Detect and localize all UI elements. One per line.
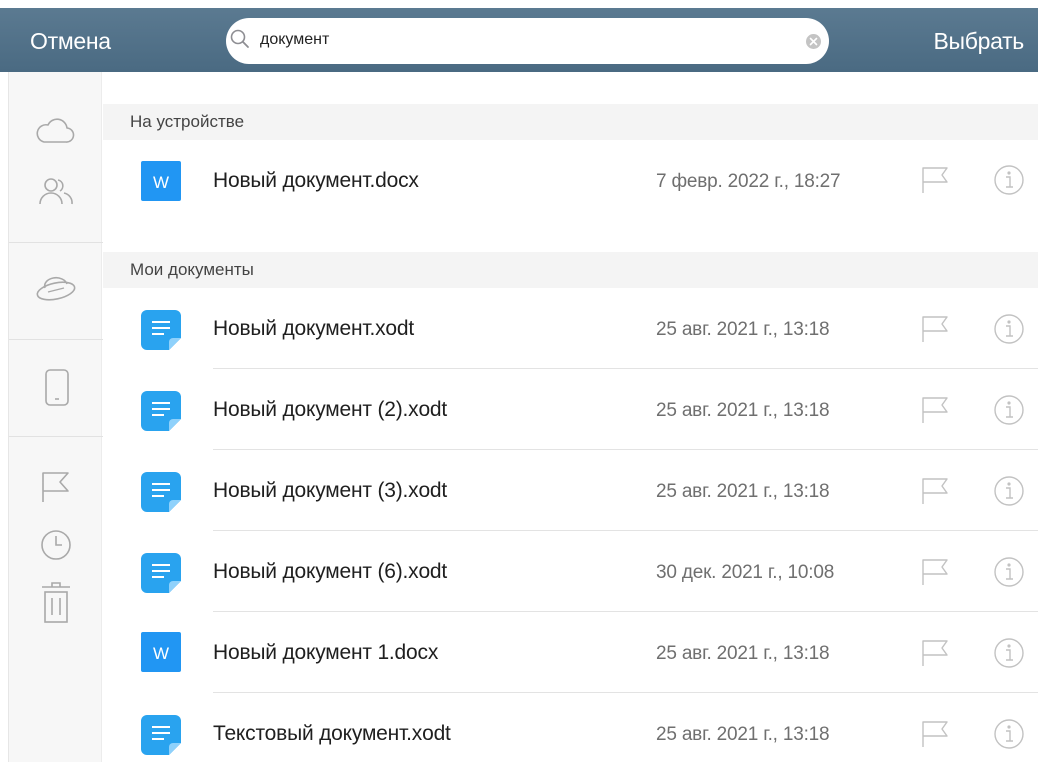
list-item[interactable]: W Новый документ 1.docx 25 авг. 2021 г.,… xyxy=(103,612,1038,693)
list-item[interactable]: Новый документ (6).xodt 30 дек. 2021 г.,… xyxy=(103,531,1038,612)
top-bar: Отмена Выбрать xyxy=(0,0,1038,72)
recent-clock-icon[interactable] xyxy=(40,529,72,561)
clear-search-icon[interactable] xyxy=(806,34,821,49)
cloud-icon[interactable] xyxy=(34,116,76,146)
sidebar xyxy=(8,72,103,762)
flag-icon[interactable] xyxy=(920,165,950,195)
file-name: Новый документ (2).xodt xyxy=(213,398,448,421)
flag-icon[interactable] xyxy=(920,638,950,668)
search-field[interactable] xyxy=(226,18,829,64)
file-name: Новый документ.xodt xyxy=(213,317,415,340)
file-name: Текстовый документ.xodt xyxy=(213,722,451,745)
section-header-device: На устройстве xyxy=(103,104,1038,140)
text-file-icon xyxy=(141,472,181,512)
yandex-disk-icon[interactable] xyxy=(34,274,78,302)
flag-icon[interactable] xyxy=(920,395,950,425)
search-icon xyxy=(230,29,249,48)
flag-icon[interactable] xyxy=(40,470,72,504)
file-list: На устройстве W Новый документ.docx 7 фе… xyxy=(103,72,1038,762)
info-icon[interactable] xyxy=(993,394,1025,426)
info-icon[interactable] xyxy=(993,475,1025,507)
info-icon[interactable] xyxy=(993,556,1025,588)
svg-text:W: W xyxy=(153,644,169,663)
list-item[interactable]: Новый документ.xodt 25 авг. 2021 г., 13:… xyxy=(103,288,1038,369)
flag-icon[interactable] xyxy=(920,476,950,506)
info-icon[interactable] xyxy=(993,637,1025,669)
shared-users-icon[interactable] xyxy=(38,176,74,206)
info-icon[interactable] xyxy=(993,313,1025,345)
list-item[interactable]: Новый документ (2).xodt 25 авг. 2021 г.,… xyxy=(103,369,1038,450)
word-file-icon: W xyxy=(141,632,181,672)
file-date: 25 авг. 2021 г., 13:18 xyxy=(656,319,830,340)
text-file-icon xyxy=(141,715,181,755)
file-date: 25 авг. 2021 г., 13:18 xyxy=(656,400,830,421)
file-date: 7 февр. 2022 г., 18:27 xyxy=(656,171,841,192)
info-icon[interactable] xyxy=(993,718,1025,750)
svg-text:W: W xyxy=(153,173,169,192)
file-date: 25 авг. 2021 г., 13:18 xyxy=(656,481,830,502)
word-file-icon: W xyxy=(141,161,181,201)
cancel-button[interactable]: Отмена xyxy=(30,28,111,55)
info-icon[interactable] xyxy=(993,164,1025,196)
search-input[interactable] xyxy=(260,26,780,54)
flag-icon[interactable] xyxy=(920,314,950,344)
flag-icon[interactable] xyxy=(920,557,950,587)
file-date: 30 дек. 2021 г., 10:08 xyxy=(656,562,835,583)
file-name: Новый документ 1.docx xyxy=(213,641,439,664)
list-item[interactable]: Новый документ (3).xodt 25 авг. 2021 г.,… xyxy=(103,450,1038,531)
text-file-icon xyxy=(141,391,181,431)
trash-icon[interactable] xyxy=(41,580,71,624)
file-name: Новый документ (6).xodt xyxy=(213,560,448,583)
text-file-icon xyxy=(141,553,181,593)
file-name: Новый документ.docx xyxy=(213,169,419,192)
flag-icon[interactable] xyxy=(920,719,950,749)
file-name: Новый документ (3).xodt xyxy=(213,479,448,502)
device-icon[interactable] xyxy=(44,368,70,408)
list-item[interactable]: Текстовый документ.xodt 25 авг. 2021 г.,… xyxy=(103,693,1038,762)
text-file-icon xyxy=(141,310,181,350)
file-date: 25 авг. 2021 г., 13:18 xyxy=(656,724,830,745)
choose-button[interactable]: Выбрать xyxy=(933,28,1024,55)
section-header-my-documents: Мои документы xyxy=(103,252,1038,288)
list-item[interactable]: W Новый документ.docx 7 февр. 2022 г., 1… xyxy=(103,140,1038,221)
file-date: 25 авг. 2021 г., 13:18 xyxy=(656,643,830,664)
